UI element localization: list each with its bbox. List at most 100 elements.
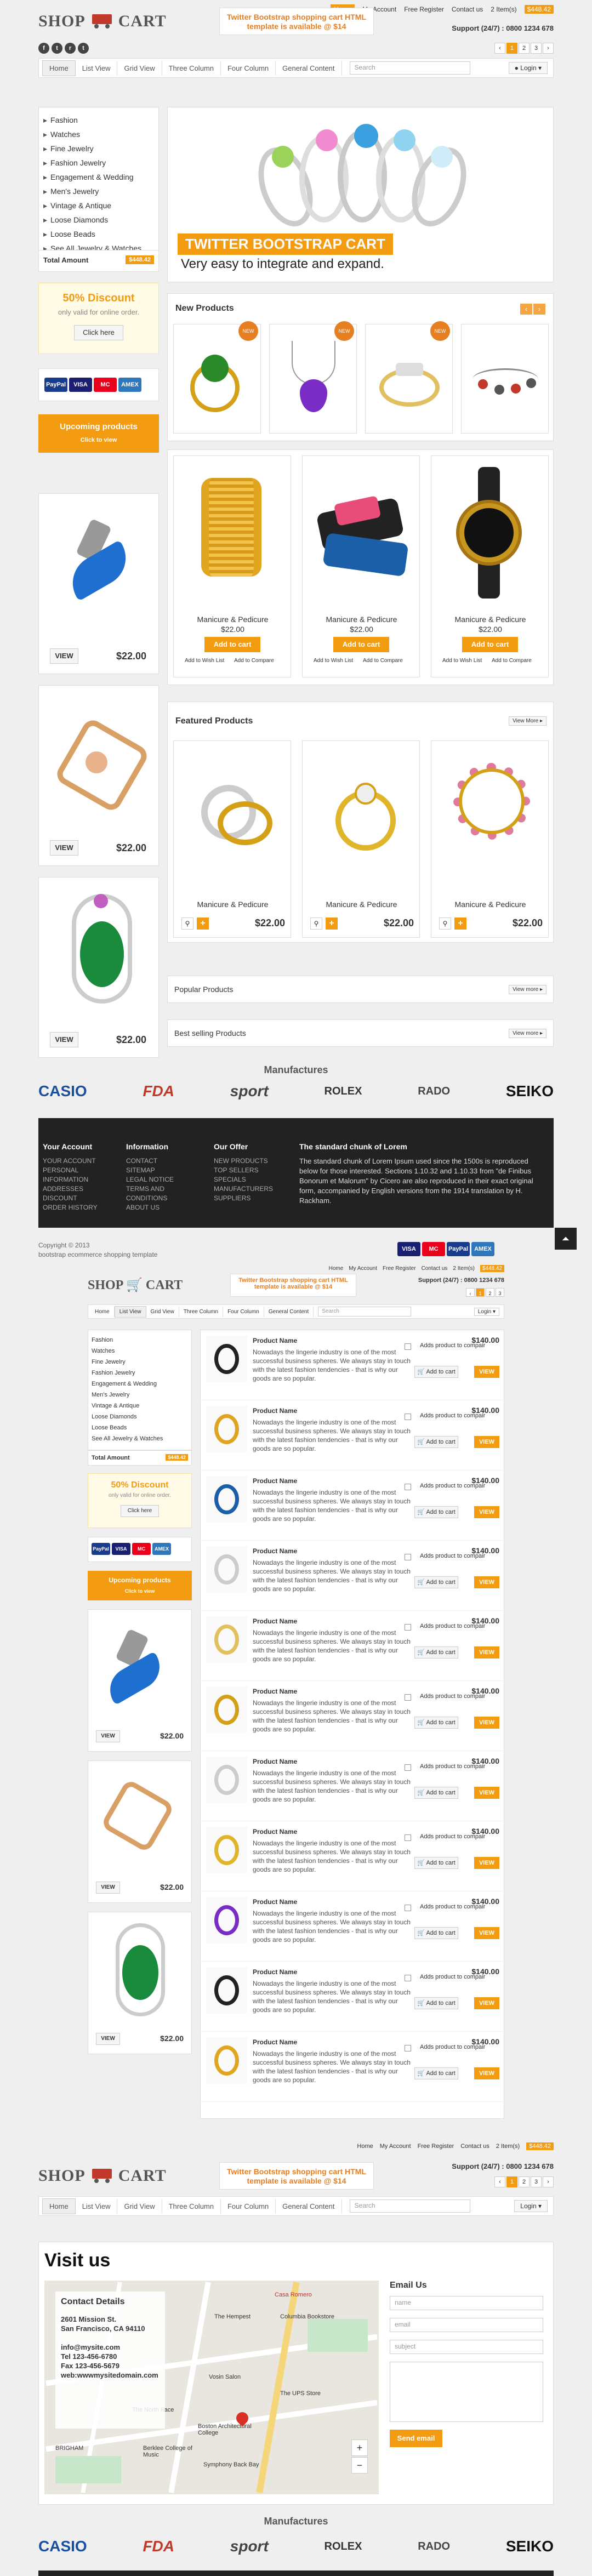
- view-button[interactable]: VIEW: [474, 1436, 499, 1448]
- view-button[interactable]: VIEW: [96, 2033, 120, 2045]
- cart-total-badge[interactable]: $448.42: [524, 5, 554, 14]
- new-product-3[interactable]: NEW: [365, 321, 453, 434]
- page-3[interactable]: 3: [531, 43, 542, 54]
- featured-product-3[interactable]: Manicure & Pedicure ⚲ + $22.00: [431, 740, 549, 938]
- product-name[interactable]: Product Name: [253, 1337, 297, 1344]
- featured-view-more[interactable]: View More ▸: [509, 716, 547, 726]
- tab-three-column[interactable]: Three Column: [179, 1306, 224, 1317]
- total-value-badge[interactable]: $448.42: [126, 255, 154, 264]
- view-button[interactable]: VIEW: [474, 1646, 499, 1659]
- seiko-logo[interactable]: SEIKO: [506, 1082, 554, 1100]
- view-button[interactable]: VIEW: [50, 840, 78, 856]
- cart-items-link[interactable]: 2 Item(s): [491, 5, 516, 13]
- free-register-link[interactable]: Free Register: [383, 1266, 416, 1272]
- product-name[interactable]: Product Name: [253, 1898, 297, 1906]
- send-email-button[interactable]: Send email: [390, 2430, 442, 2447]
- add-to-cart-button[interactable]: 🛒 Add to cart: [414, 2067, 458, 2079]
- product-name[interactable]: Manicure & Pedicure: [174, 900, 292, 909]
- sidebar-product-1[interactable]: VIEW $22.00: [38, 493, 159, 674]
- prev-page-icon[interactable]: ‹: [494, 43, 505, 54]
- category-engagement[interactable]: Engagement & Wedding: [92, 1378, 188, 1389]
- discount-button[interactable]: Click here: [121, 1505, 159, 1517]
- email-line[interactable]: info@mysite.com: [61, 2343, 160, 2352]
- category-mens-jewelry[interactable]: Men's Jewelry: [43, 184, 154, 198]
- tab-three-column[interactable]: Three Column: [162, 60, 221, 76]
- prev-arrow-icon[interactable]: ‹: [520, 304, 532, 315]
- home-link[interactable]: Home: [357, 2143, 373, 2150]
- product-thumbnail[interactable]: [206, 1827, 247, 1873]
- product-name[interactable]: Product Name: [253, 2038, 297, 2046]
- rolex-logo[interactable]: ROLEX: [325, 1085, 362, 1098]
- add-to-cart-button[interactable]: 🛒 Add to cart: [414, 1576, 458, 1588]
- product-name[interactable]: Product Name: [253, 1758, 297, 1765]
- rado-logo[interactable]: RADO: [418, 1085, 450, 1098]
- category-loose-beads[interactable]: Loose Beads: [43, 227, 154, 241]
- featured-product-1[interactable]: Manicure & Pedicure ⚲ + $22.00: [173, 740, 291, 938]
- add-to-wishlist-link[interactable]: Add to Wish List: [314, 658, 353, 664]
- map[interactable]: Casa Romero The Hempest Columbia Booksto…: [44, 2281, 379, 2494]
- zoom-out-icon[interactable]: −: [351, 2457, 368, 2474]
- sport-logo[interactable]: sport: [230, 2538, 269, 2555]
- add-to-cart-button[interactable]: Add to cart: [462, 637, 518, 652]
- add-to-cart-button[interactable]: 🛒 Add to cart: [414, 1787, 458, 1799]
- tab-four-column[interactable]: Four Column: [221, 2198, 276, 2214]
- add-to-cart-button[interactable]: 🛒 Add to cart: [414, 1366, 458, 1378]
- category-fine-jewelry[interactable]: Fine Jewelry: [43, 141, 154, 156]
- tab-home[interactable]: Home: [90, 1306, 115, 1317]
- category-fine-jewelry[interactable]: Fine Jewelry: [92, 1357, 188, 1367]
- promo-banner[interactable]: Twitter Bootstrap shopping cart HTML tem…: [219, 2162, 374, 2190]
- category-mens-jewelry[interactable]: Men's Jewelry: [92, 1389, 188, 1400]
- footer-link[interactable]: SPECIALS: [214, 1175, 296, 1184]
- footer-link[interactable]: YOUR ACCOUNT: [43, 1156, 119, 1166]
- compare-checkbox[interactable]: [405, 1554, 411, 1560]
- view-button[interactable]: VIEW: [474, 1787, 499, 1799]
- contact-us-link[interactable]: Contact us: [460, 2143, 489, 2150]
- view-button[interactable]: VIEW: [474, 2067, 499, 2079]
- add-to-cart-button[interactable]: 🛒 Add to cart: [414, 1646, 458, 1659]
- compare-checkbox[interactable]: [405, 1694, 411, 1701]
- footer-link[interactable]: TOP SELLERS: [214, 1166, 296, 1175]
- add-to-cart-button[interactable]: 🛒 Add to cart: [414, 1506, 458, 1518]
- cart-items-link[interactable]: 2 Item(s): [496, 2143, 520, 2150]
- footer-link[interactable]: TERMS AND CONDITIONS: [126, 1184, 203, 1203]
- sport-logo[interactable]: sport: [230, 1082, 269, 1100]
- add-to-cart-button[interactable]: 🛒 Add to cart: [414, 1857, 458, 1869]
- footer-link[interactable]: MANUFACTURERS: [214, 1184, 296, 1194]
- category-loose-beads[interactable]: Loose Beads: [92, 1422, 188, 1433]
- product-name[interactable]: Product Name: [253, 1968, 297, 1976]
- footer-link[interactable]: ORDER HISTORY: [43, 1203, 119, 1212]
- grid-product-3[interactable]: Manicure & Pedicure $22.00 Add to cart A…: [431, 455, 549, 677]
- product-thumbnail[interactable]: [206, 1406, 247, 1452]
- add-icon[interactable]: +: [326, 917, 338, 930]
- view-button[interactable]: VIEW: [96, 1730, 120, 1742]
- sidebar-product-2[interactable]: VIEW $22.00: [38, 685, 159, 866]
- message-field[interactable]: [390, 2362, 543, 2422]
- fda-logo[interactable]: FDA: [143, 1082, 174, 1100]
- name-field[interactable]: name: [390, 2296, 543, 2310]
- view-button[interactable]: VIEW: [50, 1032, 78, 1047]
- rado-logo[interactable]: RADO: [418, 2540, 450, 2553]
- add-icon[interactable]: +: [454, 917, 466, 930]
- product-thumbnail[interactable]: [206, 1897, 247, 1944]
- facebook-icon[interactable]: f: [38, 43, 49, 54]
- category-vintage[interactable]: Vintage & Antique: [92, 1400, 188, 1411]
- contact-us-link[interactable]: Contact us: [422, 1266, 448, 1272]
- sidebar-product-1[interactable]: VIEW $22.00: [88, 1609, 192, 1752]
- tab-home[interactable]: Home: [42, 2198, 76, 2214]
- tab-list-view[interactable]: List View: [76, 2198, 118, 2214]
- zoom-icon[interactable]: ⚲: [310, 917, 322, 930]
- next-page-icon[interactable]: ›: [543, 2176, 554, 2187]
- page-1[interactable]: 1: [506, 2176, 517, 2187]
- product-name[interactable]: Manicure & Pedicure: [303, 900, 420, 909]
- featured-product-2[interactable]: Manicure & Pedicure ⚲ + $22.00: [302, 740, 420, 938]
- footer-link[interactable]: DISCOUNT: [43, 1194, 119, 1203]
- page-2[interactable]: 2: [486, 1288, 494, 1297]
- tab-general-content[interactable]: General Content: [264, 1306, 314, 1317]
- compare-checkbox[interactable]: [405, 1484, 411, 1490]
- tab-general-content[interactable]: General Content: [276, 60, 342, 76]
- page-2[interactable]: 2: [519, 43, 530, 54]
- category-loose-diamonds[interactable]: Loose Diamonds: [92, 1411, 188, 1422]
- view-button[interactable]: VIEW: [474, 1857, 499, 1869]
- grid-product-2[interactable]: Manicure & Pedicure $22.00 Add to cart A…: [302, 455, 420, 677]
- tab-grid-view[interactable]: Grid View: [146, 1306, 179, 1317]
